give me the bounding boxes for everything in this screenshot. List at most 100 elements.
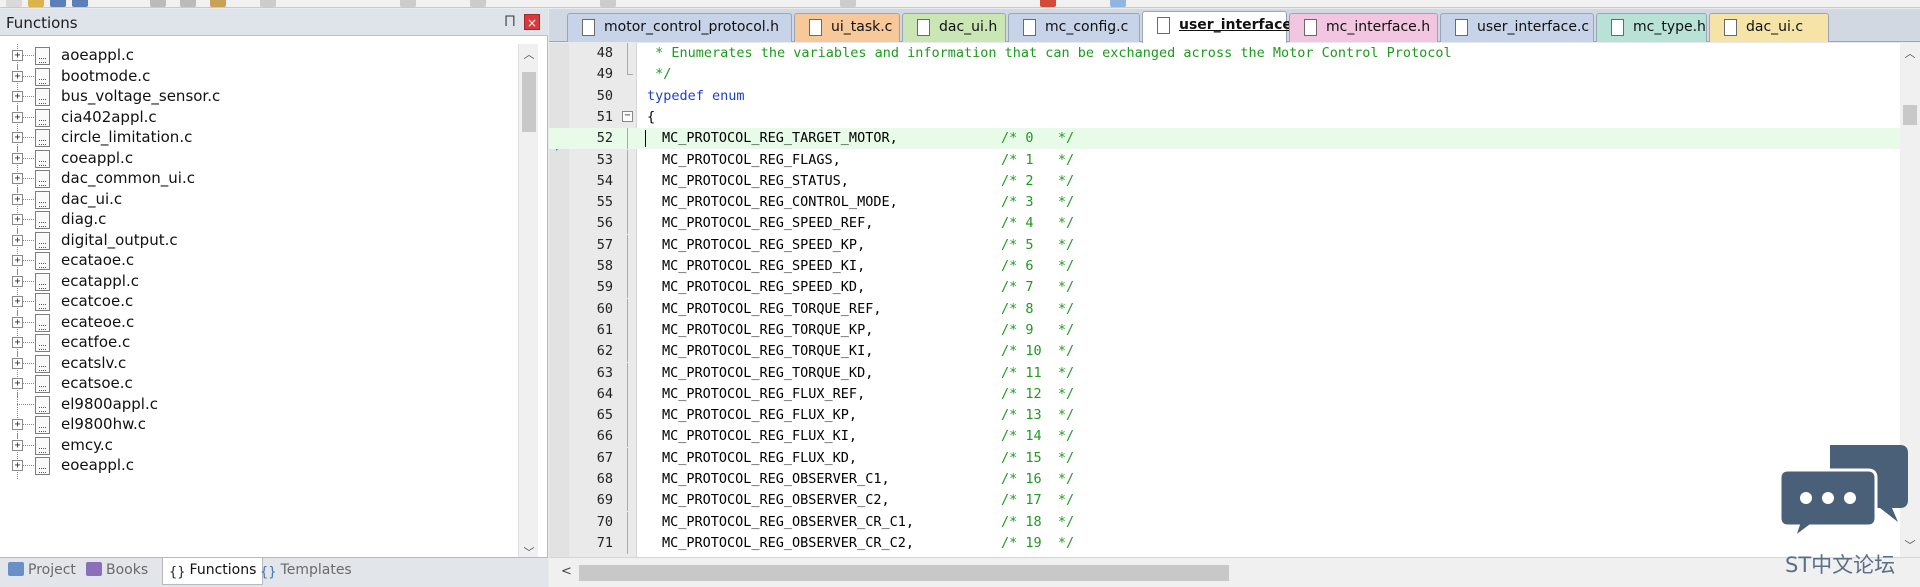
enum-member: MC_PROTOCOL_REG_OBSERVER_CR_C2,	[662, 534, 914, 551]
close-icon[interactable]: ×	[524, 14, 540, 30]
toolbar-build-icon[interactable]	[840, 0, 856, 7]
editor-tab[interactable]: dac_ui.c	[1709, 13, 1829, 42]
pin-icon[interactable]: ⨅	[503, 14, 517, 30]
expand-icon[interactable]: +	[12, 419, 23, 430]
fold-guide	[627, 341, 628, 363]
expand-icon[interactable]: +	[12, 378, 23, 389]
collapse-icon[interactable]: −	[622, 110, 633, 122]
fold-marker	[621, 469, 635, 490]
expand-icon[interactable]: +	[12, 173, 23, 184]
line-number: 48	[596, 45, 613, 61]
code-editor[interactable]: 48 * Enumerates the variables and inform…	[549, 43, 1920, 557]
editor-tab[interactable]: user_interface.h	[1142, 11, 1307, 43]
code-line[interactable]: 54 MC_PROTOCOL_REG_STATUS, /* 2 */	[549, 170, 1900, 192]
expand-icon[interactable]: +	[12, 255, 23, 266]
expand-icon[interactable]: +	[12, 337, 23, 348]
editor-horizontal-scrollbar[interactable]: <	[549, 557, 1920, 587]
code-line[interactable]: 57 MC_PROTOCOL_REG_SPEED_KP, /* 5 */	[549, 234, 1900, 256]
scroll-up-icon[interactable]: ︿	[1903, 47, 1917, 61]
code-line[interactable]: 70 MC_PROTOCOL_REG_OBSERVER_CR_C1, /* 18 *…	[549, 511, 1900, 533]
code-line[interactable]: 48 * Enumerates the variables and inform…	[549, 43, 1900, 64]
bottom-tab-project[interactable]: Project	[8, 562, 76, 584]
tree-connector	[23, 219, 34, 220]
expand-icon[interactable]: +	[12, 91, 23, 102]
code-line[interactable]: 67 MC_PROTOCOL_REG_FLUX_KD, /* 15 */	[549, 447, 1900, 469]
tree-item-label: cia402appl.c	[61, 107, 157, 126]
toolbar-nav-icon[interactable]	[400, 0, 416, 7]
scroll-up-icon[interactable]: ︿	[522, 48, 536, 62]
toolbar-find-icon[interactable]	[600, 0, 616, 7]
code-line[interactable]: 49 */	[549, 64, 1900, 85]
code-line[interactable]: 66 MC_PROTOCOL_REG_FLUX_KI, /* 14 */	[549, 426, 1900, 448]
expand-icon[interactable]: +	[12, 316, 23, 328]
toolbar-copy-icon[interactable]	[180, 0, 196, 7]
expand-icon[interactable]: +	[12, 275, 23, 287]
editor-tab[interactable]: ui_task.c	[794, 13, 900, 42]
tree-connector	[23, 55, 34, 56]
code-line[interactable]: 65 MC_PROTOCOL_REG_FLUX_KP, /* 13 */	[549, 405, 1900, 427]
scrollbar-thumb[interactable]	[522, 72, 536, 132]
toolbar-cut-icon[interactable]	[150, 0, 166, 7]
expand-icon[interactable]: +	[12, 357, 23, 369]
code-line[interactable]: 58 MC_PROTOCOL_REG_SPEED_KI, /* 6 */	[549, 256, 1900, 277]
expand-icon[interactable]: +	[12, 132, 23, 143]
tree-connector	[23, 157, 34, 159]
enum-member: MC_PROTOCOL_REG_OBSERVER_C1,	[662, 471, 890, 487]
expand-icon[interactable]: +	[12, 111, 23, 123]
tree-item[interactable]: + eoeappl.c	[0, 454, 518, 479]
expand-icon[interactable]: +	[12, 460, 23, 471]
toolbar-undo-icon[interactable]	[260, 0, 276, 7]
code-line[interactable]: 53 MC_PROTOCOL_REG_FLAGS, /* 1 */	[549, 149, 1900, 171]
c-file-icon	[35, 47, 50, 65]
code-text: * Enumerates the variables and informati…	[647, 43, 1452, 64]
bottom-tab-functions[interactable]: {} Functions	[162, 558, 264, 585]
code-line[interactable]: 64 MC_PROTOCOL_REG_FLUX_REF, /* 12 */	[549, 383, 1900, 405]
toolbar-bookmark-icon[interactable]	[470, 0, 486, 7]
toolbar-debug-icon[interactable]	[1040, 0, 1056, 7]
expand-icon[interactable]: +	[12, 152, 23, 164]
editor-tab[interactable]: mc_type.h	[1596, 13, 1707, 42]
code-line[interactable]: 59 MC_PROTOCOL_REG_SPEED_KD, /* 7 */	[549, 277, 1900, 299]
expand-icon[interactable]: +	[12, 439, 23, 451]
editor-tab[interactable]: user_interface.c	[1440, 13, 1594, 42]
enum-member: MC_PROTOCOL_REG_SPEED_KD,	[662, 279, 866, 296]
expand-icon[interactable]: +	[12, 214, 23, 225]
toolbar-open-icon[interactable]	[28, 0, 44, 7]
code-line[interactable]: 63 MC_PROTOCOL_REG_TORQUE_KD, /* 11 */	[549, 362, 1900, 384]
editor-tab[interactable]: mc_config.c	[1008, 13, 1140, 42]
code-line[interactable]: 69 MC_PROTOCOL_REG_OBSERVER_C2, /* 17 */	[549, 490, 1900, 512]
code-comment: /* 4 */	[1001, 215, 1075, 232]
bottom-tab-templates[interactable]: {} Templates	[260, 562, 352, 584]
expand-icon[interactable]: +	[12, 234, 23, 246]
code-line[interactable]: 61 MC_PROTOCOL_REG_TORQUE_KP, /* 9 */	[549, 319, 1900, 341]
scroll-down-icon[interactable]: ﹀	[1903, 539, 1917, 553]
expand-icon[interactable]: +	[12, 50, 23, 61]
editor-tab[interactable]: dac_ui.h	[902, 13, 1006, 42]
code-line[interactable]: 56 MC_PROTOCOL_REG_SPEED_REF, /* 4 */	[549, 213, 1900, 235]
editor-tab[interactable]: mc_interface.h	[1289, 13, 1438, 42]
code-line[interactable]: 52 MC_PROTOCOL_REG_TARGET_MOTOR, /* 0 */	[549, 128, 1900, 150]
scrollbar-thumb[interactable]	[579, 565, 1229, 581]
code-line[interactable]: 62 MC_PROTOCOL_REG_TORQUE_KI, /* 10 */	[549, 341, 1900, 363]
editor-tab[interactable]: motor_control_protocol.h	[567, 13, 792, 42]
code-line[interactable]: 68 MC_PROTOCOL_REG_OBSERVER_C1, /* 16 */	[549, 469, 1900, 490]
functions-scrollbar[interactable]: ︿ ﹀	[518, 44, 538, 564]
scrollbar-thumb[interactable]	[1903, 105, 1917, 125]
code-line[interactable]: 60 MC_PROTOCOL_REG_TORQUE_REF, /* 8 */	[549, 298, 1900, 320]
scroll-left-icon[interactable]: <	[561, 564, 572, 579]
code-line[interactable]: 51− {	[549, 107, 1900, 128]
toolbar-options-icon[interactable]	[1110, 0, 1126, 7]
code-line[interactable]: 50 typedef enum	[549, 86, 1900, 107]
toolbar-save-icon[interactable]	[50, 0, 66, 7]
toolbar-paste-icon[interactable]	[210, 0, 226, 7]
expand-icon[interactable]: +	[12, 193, 23, 205]
code-line[interactable]: 71 MC_PROTOCOL_REG_OBSERVER_CR_C2, /* 19 *…	[549, 532, 1900, 554]
fold-marker[interactable]: −	[621, 107, 635, 128]
toolbar-new-icon[interactable]	[6, 0, 22, 7]
code-line[interactable]: 55 MC_PROTOCOL_REG_CONTROL_MODE, /* 3 */	[549, 192, 1900, 214]
expand-icon[interactable]: +	[12, 70, 23, 82]
line-number: 66	[596, 428, 613, 445]
expand-icon[interactable]: +	[12, 296, 23, 307]
toolbar-save-all-icon[interactable]	[72, 0, 88, 7]
bottom-tab-books[interactable]: Books	[86, 562, 148, 584]
